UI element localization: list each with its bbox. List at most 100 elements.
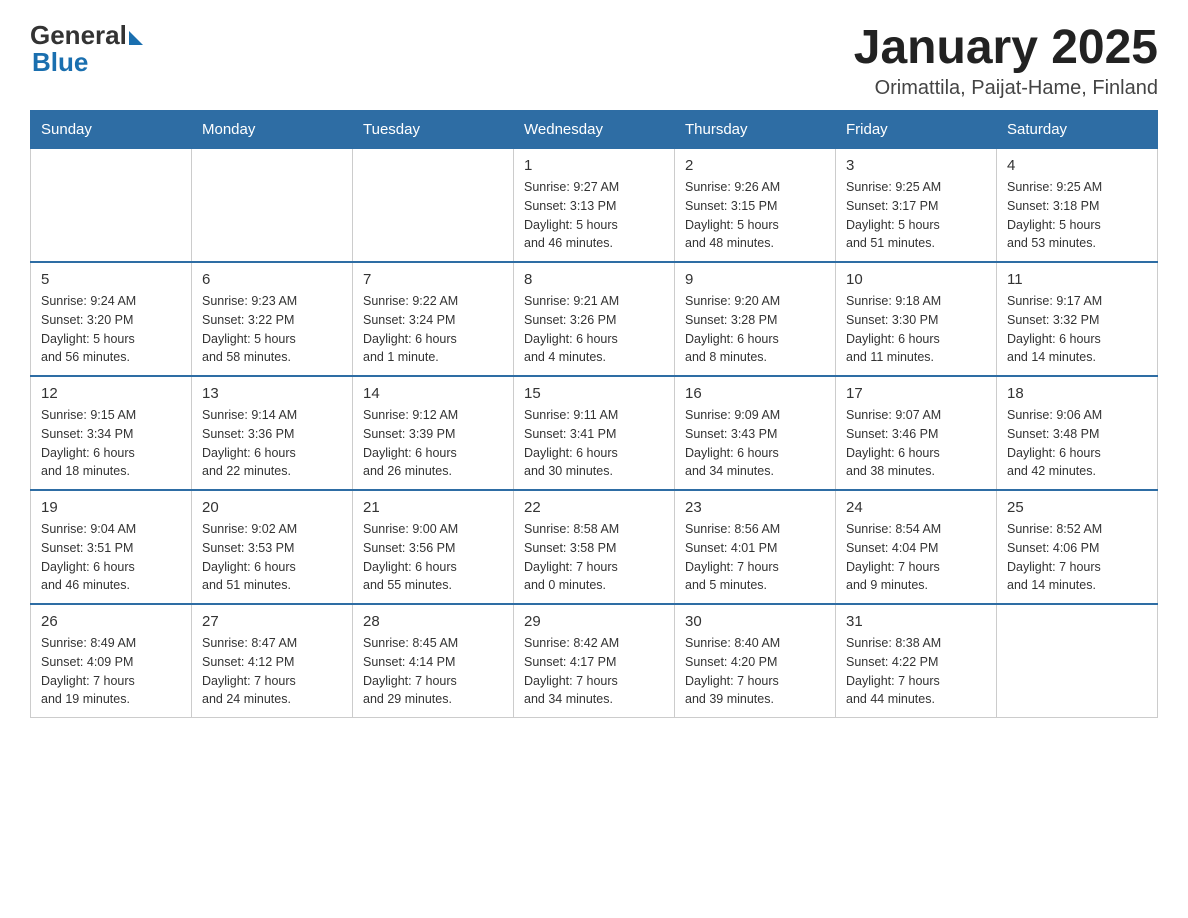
day-number: 27 — [202, 613, 342, 630]
day-number: 9 — [685, 271, 825, 288]
calendar-cell: 18 Sunrise: 9:06 AM Sunset: 3:48 PM Dayli… — [997, 376, 1158, 490]
calendar-cell: 17 Sunrise: 9:07 AM Sunset: 3:46 PM Dayli… — [836, 376, 997, 490]
day-info: Sunrise: 9:06 AM Sunset: 3:48 PM Dayligh… — [1007, 406, 1147, 481]
day-info: Sunrise: 8:45 AM Sunset: 4:14 PM Dayligh… — [363, 634, 503, 709]
day-number: 17 — [846, 385, 986, 402]
day-number: 4 — [1007, 157, 1147, 174]
title-section: January 2025 Orimattila, Paijat-Hame, Fi… — [854, 20, 1158, 100]
day-number: 31 — [846, 613, 986, 630]
day-info: Sunrise: 9:18 AM Sunset: 3:30 PM Dayligh… — [846, 292, 986, 367]
day-number: 29 — [524, 613, 664, 630]
day-number: 18 — [1007, 385, 1147, 402]
day-info: Sunrise: 9:20 AM Sunset: 3:28 PM Dayligh… — [685, 292, 825, 367]
calendar-cell: 2 Sunrise: 9:26 AM Sunset: 3:15 PM Daylig… — [675, 149, 836, 263]
day-number: 10 — [846, 271, 986, 288]
calendar-cell: 24 Sunrise: 8:54 AM Sunset: 4:04 PM Dayli… — [836, 490, 997, 604]
day-number: 19 — [41, 499, 181, 516]
day-number: 1 — [524, 157, 664, 174]
day-number: 25 — [1007, 499, 1147, 516]
logo-triangle-icon — [129, 31, 143, 45]
day-info: Sunrise: 8:38 AM Sunset: 4:22 PM Dayligh… — [846, 634, 986, 709]
calendar-table: SundayMondayTuesdayWednesdayThursdayFrid… — [30, 110, 1158, 718]
day-number: 15 — [524, 385, 664, 402]
calendar-cell: 29Sunrise: 8:42 AM Sunset: 4:17 PM Dayli… — [514, 604, 675, 718]
calendar-cell: 30 Sunrise: 8:40 AM Sunset: 4:20 PM Dayli… — [675, 604, 836, 718]
day-number: 7 — [363, 271, 503, 288]
calendar-cell: 7 Sunrise: 9:22 AM Sunset: 3:24 PM Daylig… — [353, 262, 514, 376]
day-info: Sunrise: 9:17 AM Sunset: 3:32 PM Dayligh… — [1007, 292, 1147, 367]
calendar-cell: 10 Sunrise: 9:18 AM Sunset: 3:30 PM Dayli… — [836, 262, 997, 376]
day-info: Sunrise: 9:24 AM Sunset: 3:20 PM Dayligh… — [41, 292, 181, 367]
calendar-cell — [31, 149, 192, 263]
calendar-cell: 4Sunrise: 9:25 AM Sunset: 3:18 PM Daylig… — [997, 149, 1158, 263]
calendar-cell: 21Sunrise: 9:00 AM Sunset: 3:56 PM Dayli… — [353, 490, 514, 604]
day-info: Sunrise: 9:22 AM Sunset: 3:24 PM Dayligh… — [363, 292, 503, 367]
week-row-2: 5 Sunrise: 9:24 AM Sunset: 3:20 PM Daylig… — [31, 262, 1158, 376]
day-number: 14 — [363, 385, 503, 402]
day-header-monday: Monday — [192, 111, 353, 149]
day-number: 2 — [685, 157, 825, 174]
day-info: Sunrise: 8:40 AM Sunset: 4:20 PM Dayligh… — [685, 634, 825, 709]
calendar-cell: 25 Sunrise: 8:52 AM Sunset: 4:06 PM Dayli… — [997, 490, 1158, 604]
calendar-cell: 5 Sunrise: 9:24 AM Sunset: 3:20 PM Daylig… — [31, 262, 192, 376]
calendar-cell: 11 Sunrise: 9:17 AM Sunset: 3:32 PM Dayli… — [997, 262, 1158, 376]
week-row-5: 26 Sunrise: 8:49 AM Sunset: 4:09 PM Dayli… — [31, 604, 1158, 718]
day-info: Sunrise: 9:00 AM Sunset: 3:56 PM Dayligh… — [363, 520, 503, 595]
calendar-cell: 14 Sunrise: 9:12 AM Sunset: 3:39 PM Dayli… — [353, 376, 514, 490]
calendar-cell: 13 Sunrise: 9:14 AM Sunset: 3:36 PM Dayli… — [192, 376, 353, 490]
days-header-row: SundayMondayTuesdayWednesdayThursdayFrid… — [31, 111, 1158, 149]
day-info: Sunrise: 8:56 AM Sunset: 4:01 PM Dayligh… — [685, 520, 825, 595]
day-info: Sunrise: 9:02 AM Sunset: 3:53 PM Dayligh… — [202, 520, 342, 595]
calendar-cell: 26 Sunrise: 8:49 AM Sunset: 4:09 PM Dayli… — [31, 604, 192, 718]
day-info: Sunrise: 8:52 AM Sunset: 4:06 PM Dayligh… — [1007, 520, 1147, 595]
calendar-cell: 3 Sunrise: 9:25 AM Sunset: 3:17 PM Daylig… — [836, 149, 997, 263]
day-number: 11 — [1007, 271, 1147, 288]
calendar-cell: 1 Sunrise: 9:27 AM Sunset: 3:13 PM Daylig… — [514, 149, 675, 263]
day-info: Sunrise: 9:23 AM Sunset: 3:22 PM Dayligh… — [202, 292, 342, 367]
calendar-cell: 31 Sunrise: 8:38 AM Sunset: 4:22 PM Dayli… — [836, 604, 997, 718]
calendar-cell: 19 Sunrise: 9:04 AM Sunset: 3:51 PM Dayli… — [31, 490, 192, 604]
day-info: Sunrise: 9:14 AM Sunset: 3:36 PM Dayligh… — [202, 406, 342, 481]
day-number: 5 — [41, 271, 181, 288]
day-number: 3 — [846, 157, 986, 174]
day-info: Sunrise: 9:25 AM Sunset: 3:17 PM Dayligh… — [846, 178, 986, 253]
day-number: 16 — [685, 385, 825, 402]
day-info: Sunrise: 9:15 AM Sunset: 3:34 PM Dayligh… — [41, 406, 181, 481]
calendar-cell — [353, 149, 514, 263]
day-number: 30 — [685, 613, 825, 630]
day-info: Sunrise: 9:26 AM Sunset: 3:15 PM Dayligh… — [685, 178, 825, 253]
day-info: Sunrise: 8:58 AM Sunset: 3:58 PM Dayligh… — [524, 520, 664, 595]
day-info: Sunrise: 9:12 AM Sunset: 3:39 PM Dayligh… — [363, 406, 503, 481]
week-row-1: 1 Sunrise: 9:27 AM Sunset: 3:13 PM Daylig… — [31, 149, 1158, 263]
week-row-4: 19 Sunrise: 9:04 AM Sunset: 3:51 PM Dayli… — [31, 490, 1158, 604]
day-info: Sunrise: 9:04 AM Sunset: 3:51 PM Dayligh… — [41, 520, 181, 595]
day-header-friday: Friday — [836, 111, 997, 149]
day-info: Sunrise: 9:11 AM Sunset: 3:41 PM Dayligh… — [524, 406, 664, 481]
day-info: Sunrise: 8:54 AM Sunset: 4:04 PM Dayligh… — [846, 520, 986, 595]
day-number: 20 — [202, 499, 342, 516]
day-header-sunday: Sunday — [31, 111, 192, 149]
day-info: Sunrise: 8:49 AM Sunset: 4:09 PM Dayligh… — [41, 634, 181, 709]
calendar-cell — [192, 149, 353, 263]
day-number: 24 — [846, 499, 986, 516]
location-subtitle: Orimattila, Paijat-Hame, Finland — [854, 77, 1158, 100]
calendar-cell: 20 Sunrise: 9:02 AM Sunset: 3:53 PM Dayli… — [192, 490, 353, 604]
day-number: 12 — [41, 385, 181, 402]
week-row-3: 12 Sunrise: 9:15 AM Sunset: 3:34 PM Dayli… — [31, 376, 1158, 490]
logo-blue: Blue — [30, 47, 143, 78]
month-year-title: January 2025 — [854, 20, 1158, 75]
day-header-saturday: Saturday — [997, 111, 1158, 149]
day-info: Sunrise: 9:09 AM Sunset: 3:43 PM Dayligh… — [685, 406, 825, 481]
calendar-cell: 27Sunrise: 8:47 AM Sunset: 4:12 PM Dayli… — [192, 604, 353, 718]
day-number: 13 — [202, 385, 342, 402]
calendar-cell: 8Sunrise: 9:21 AM Sunset: 3:26 PM Daylig… — [514, 262, 675, 376]
calendar-cell: 22Sunrise: 8:58 AM Sunset: 3:58 PM Dayli… — [514, 490, 675, 604]
page-header: General Blue January 2025 Orimattila, Pa… — [30, 20, 1158, 100]
logo: General Blue — [30, 20, 143, 78]
calendar-cell: 23Sunrise: 8:56 AM Sunset: 4:01 PM Dayli… — [675, 490, 836, 604]
day-number: 26 — [41, 613, 181, 630]
day-info: Sunrise: 9:07 AM Sunset: 3:46 PM Dayligh… — [846, 406, 986, 481]
day-header-wednesday: Wednesday — [514, 111, 675, 149]
day-number: 6 — [202, 271, 342, 288]
day-info: Sunrise: 9:27 AM Sunset: 3:13 PM Dayligh… — [524, 178, 664, 253]
